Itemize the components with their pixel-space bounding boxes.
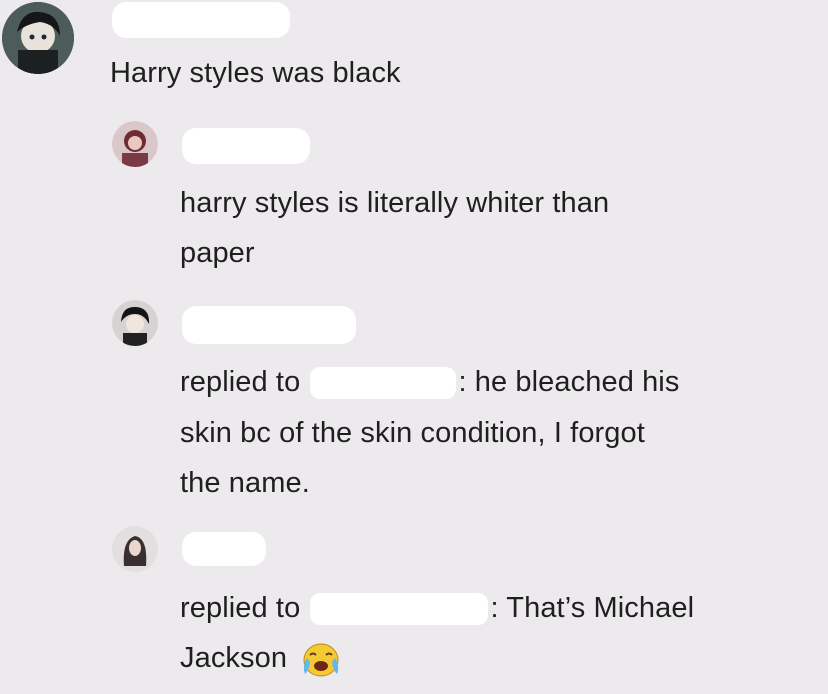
- comment-text: Harry styles was black: [110, 57, 401, 89]
- avatar[interactable]: [112, 526, 158, 572]
- replied-to-label: replied to: [180, 366, 301, 398]
- avatar[interactable]: [112, 300, 158, 346]
- comment-text-line-2: paper: [180, 237, 255, 269]
- crying-face-icon: [299, 640, 343, 678]
- redacted-username: [182, 128, 310, 164]
- avatar[interactable]: [2, 2, 74, 74]
- reply-line-1: replied to : That’s Michael: [180, 583, 694, 633]
- avatar[interactable]: [112, 121, 158, 167]
- reply-line-2: Jackson: [180, 633, 343, 683]
- redacted-mention: [310, 367, 457, 400]
- reply-text: : That’s Michael: [490, 592, 695, 624]
- reply-line-1: replied to : he bleached his: [180, 357, 679, 407]
- redacted-username: [182, 306, 356, 344]
- reply-text: Jackson: [180, 642, 288, 674]
- reply-line-3: the name.: [180, 467, 310, 499]
- redacted-mention: [310, 593, 489, 626]
- redacted-username: [112, 2, 290, 38]
- replied-to-label: replied to: [180, 592, 301, 624]
- redacted-username: [182, 532, 266, 566]
- comment-text-line-1: harry styles is literally whiter than: [180, 187, 610, 219]
- reply-line-2: skin bc of the skin condition, I forgot: [180, 417, 645, 449]
- reply-text: : he bleached his: [458, 366, 680, 398]
